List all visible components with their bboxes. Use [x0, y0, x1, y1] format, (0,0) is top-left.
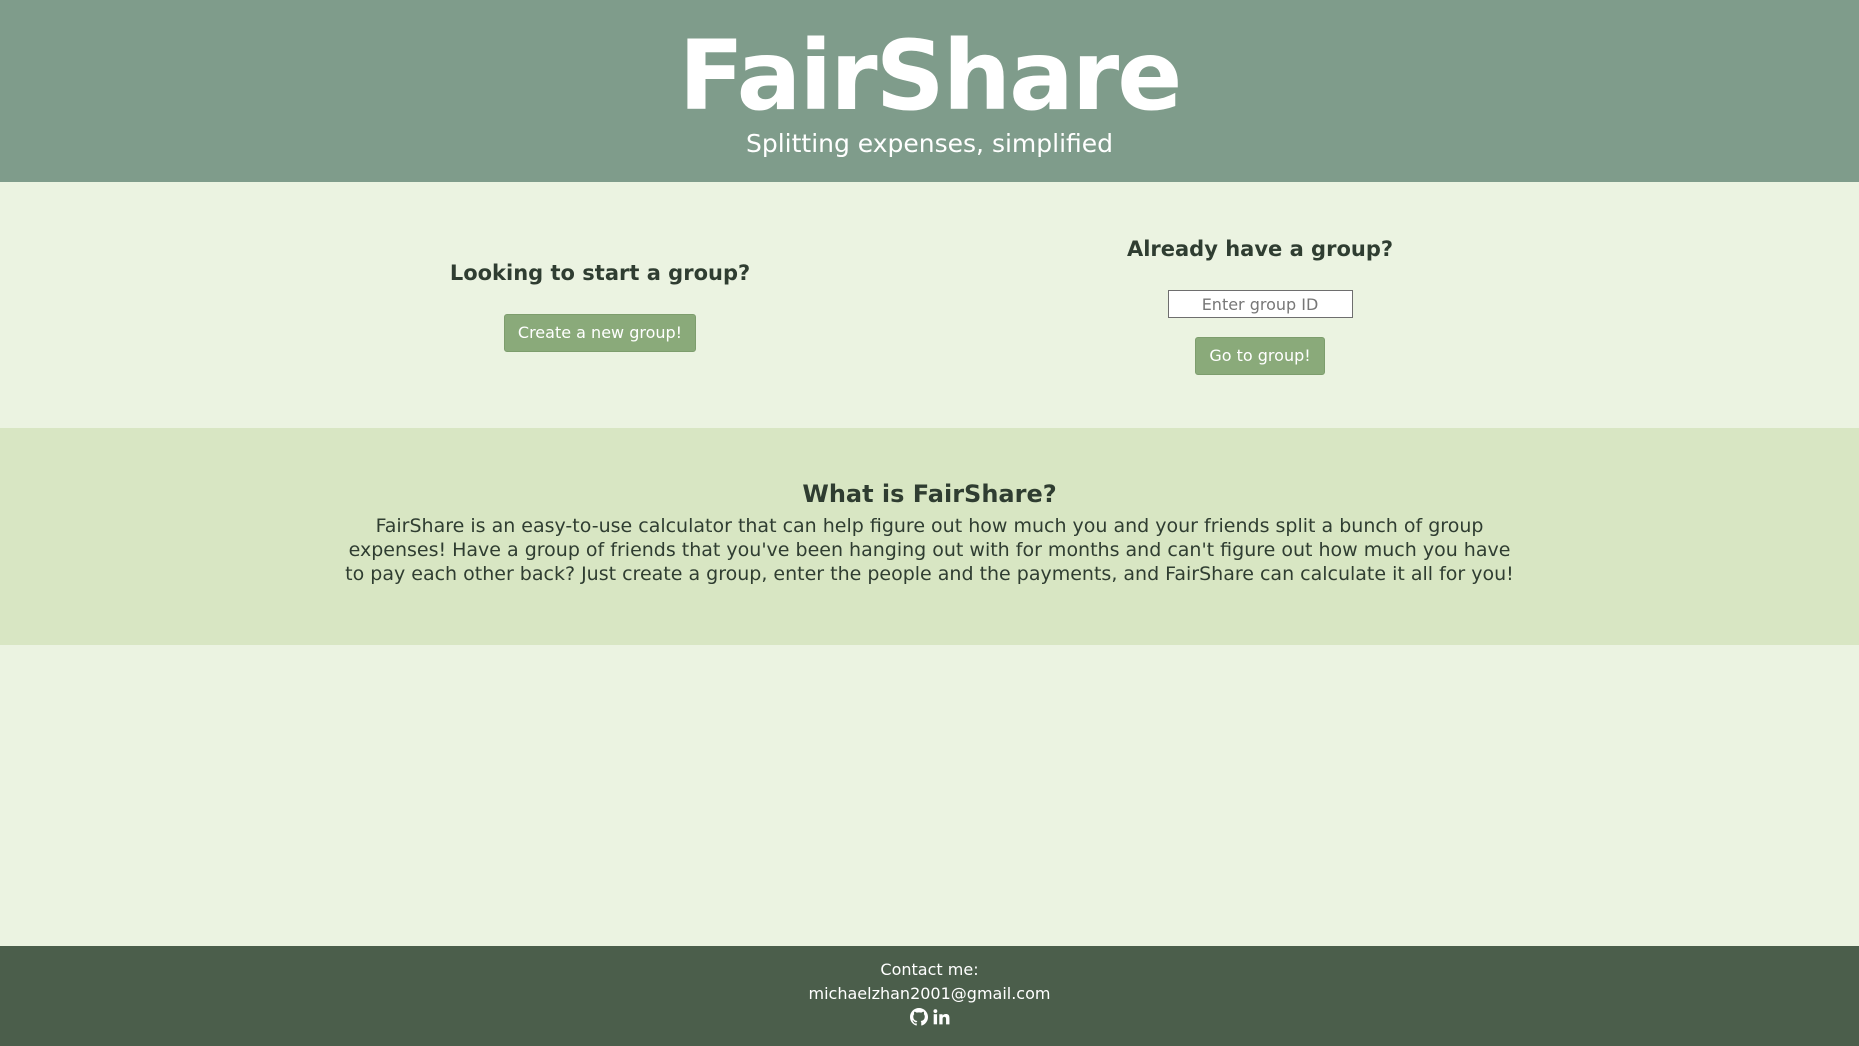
linkedin-icon[interactable]: [932, 1008, 950, 1026]
about-heading: What is FairShare?: [802, 480, 1057, 508]
start-group-panel: Looking to start a group? Create a new g…: [320, 258, 880, 352]
site-header: FairShare Splitting expenses, simplified: [0, 0, 1859, 182]
start-group-heading: Looking to start a group?: [449, 261, 751, 285]
contact-label: Contact me:: [880, 960, 979, 979]
join-group-panel: Already have a group? Go to group!: [980, 234, 1540, 375]
create-group-button[interactable]: Create a new group!: [503, 314, 697, 352]
social-links: [0, 1006, 1859, 1028]
about-section: What is FairShare? FairShare is an easy-…: [0, 428, 1859, 645]
contact-email-link[interactable]: michaelzhan2001@gmail.com: [0, 982, 1859, 1006]
group-actions-section: Looking to start a group? Create a new g…: [0, 182, 1859, 428]
github-icon[interactable]: [909, 1008, 928, 1026]
go-to-group-button[interactable]: Go to group!: [1195, 337, 1325, 375]
site-title: FairShare: [678, 20, 1183, 132]
site-footer: Contact me: michaelzhan2001@gmail.com: [0, 946, 1859, 1046]
group-id-input[interactable]: [1167, 290, 1353, 318]
page: FairShare Splitting expenses, simplified…: [0, 0, 1859, 1046]
join-group-heading: Already have a group?: [1126, 237, 1394, 261]
site-subtitle: Splitting expenses, simplified: [745, 129, 1114, 158]
about-description: FairShare is an easy-to-use calculator t…: [345, 515, 1514, 585]
